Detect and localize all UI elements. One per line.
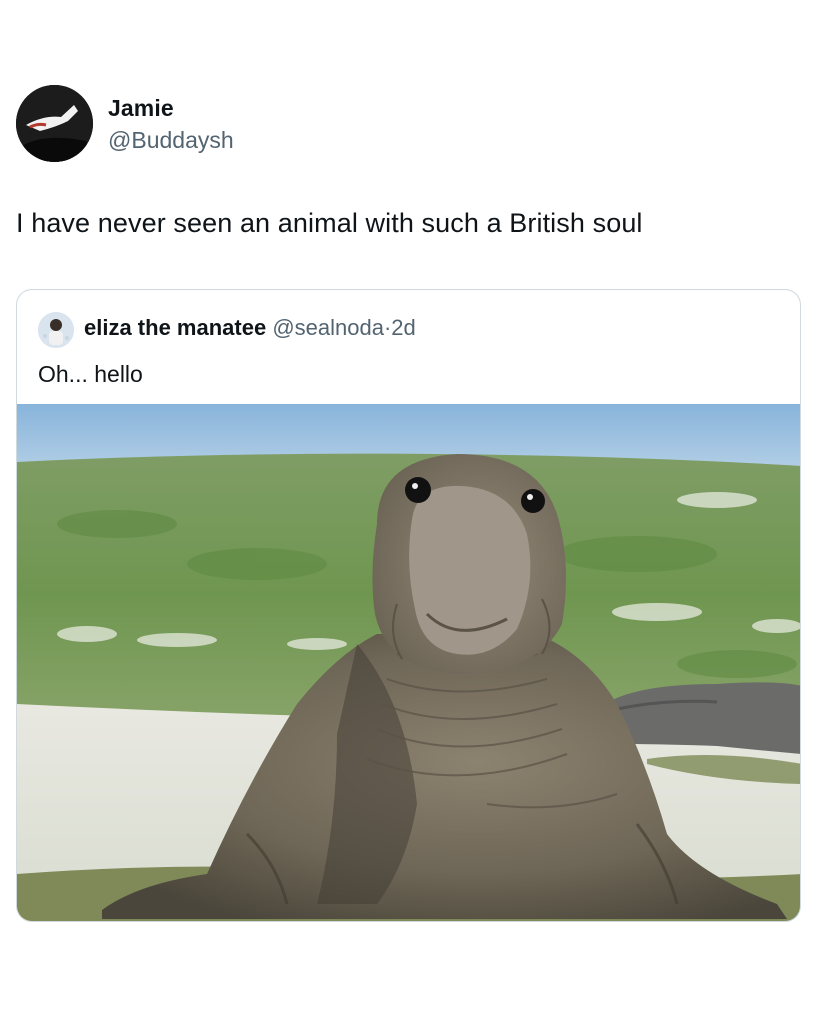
tweet: Jamie @Buddaysh I have never seen an ani… xyxy=(0,0,819,1024)
quote-text: Oh... hello xyxy=(38,361,143,387)
tweet-text: I have never seen an animal with such a … xyxy=(16,208,643,238)
quote-author-avatar[interactable] xyxy=(38,312,74,348)
quote-tweet-card[interactable]: eliza the manatee @sealnoda·2d Oh... hel… xyxy=(16,289,801,922)
profile-avatar-icon xyxy=(16,85,93,162)
quote-media-photo[interactable] xyxy=(17,404,800,921)
author-avatar[interactable] xyxy=(16,85,93,162)
author-name[interactable]: Jamie xyxy=(108,95,174,122)
profile-avatar-icon xyxy=(38,312,74,348)
quote-author-name[interactable]: eliza the manatee xyxy=(84,315,266,340)
quote-author-handle[interactable]: @sealnoda xyxy=(272,315,384,340)
author-handle[interactable]: @Buddaysh xyxy=(108,127,234,154)
elephant-seal-photo xyxy=(17,404,800,921)
quote-header: eliza the manatee @sealnoda·2d xyxy=(84,315,416,341)
quote-timestamp[interactable]: 2d xyxy=(391,315,415,340)
